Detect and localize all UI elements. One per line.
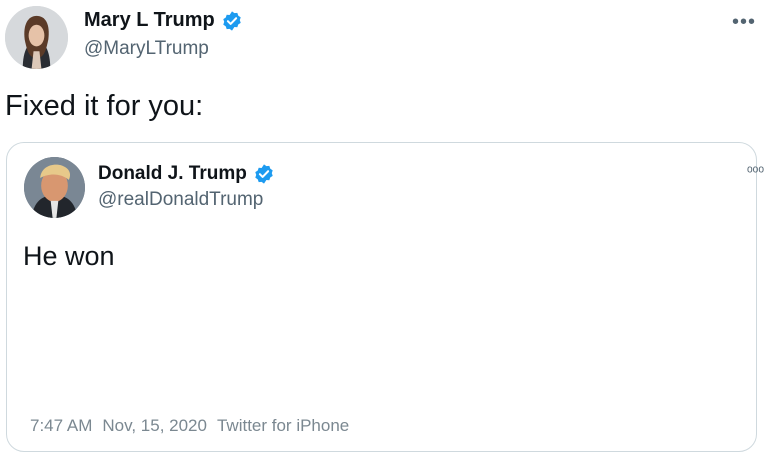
timestamp-date[interactable]: Nov, 15, 2020	[102, 416, 207, 436]
tweet-text: Fixed it for you:	[5, 90, 204, 122]
quoted-tweet-meta: 7:47 AM Nov, 15, 2020 Twitter for iPhone	[30, 416, 349, 436]
quoted-author-name[interactable]: Donald J. Trump	[98, 163, 275, 185]
author-handle[interactable]: @MaryLTrump	[84, 38, 209, 60]
verified-badge-icon	[221, 10, 243, 32]
author-name[interactable]: Mary L Trump	[84, 9, 243, 32]
tweet-source: Twitter for iPhone	[216, 416, 350, 435]
verified-badge-icon	[253, 163, 275, 185]
author-name-label: Mary L Trump	[84, 9, 215, 31]
quoted-author-handle[interactable]: @realDonaldTrump	[98, 189, 263, 211]
tweet-card: Mary L Trump @MaryLTrump ••• Fixed it fo…	[0, 0, 780, 452]
more-options-icon[interactable]: ᵒᵒᵒ	[747, 164, 764, 179]
more-options-icon[interactable]: •••	[732, 12, 756, 32]
avatar[interactable]	[5, 6, 68, 69]
quoted-avatar[interactable]	[24, 157, 85, 218]
timestamp-time[interactable]: 7:47 AM	[30, 416, 92, 436]
quoted-author-name-label: Donald J. Trump	[98, 163, 247, 184]
quoted-tweet-text: He won	[23, 241, 115, 271]
